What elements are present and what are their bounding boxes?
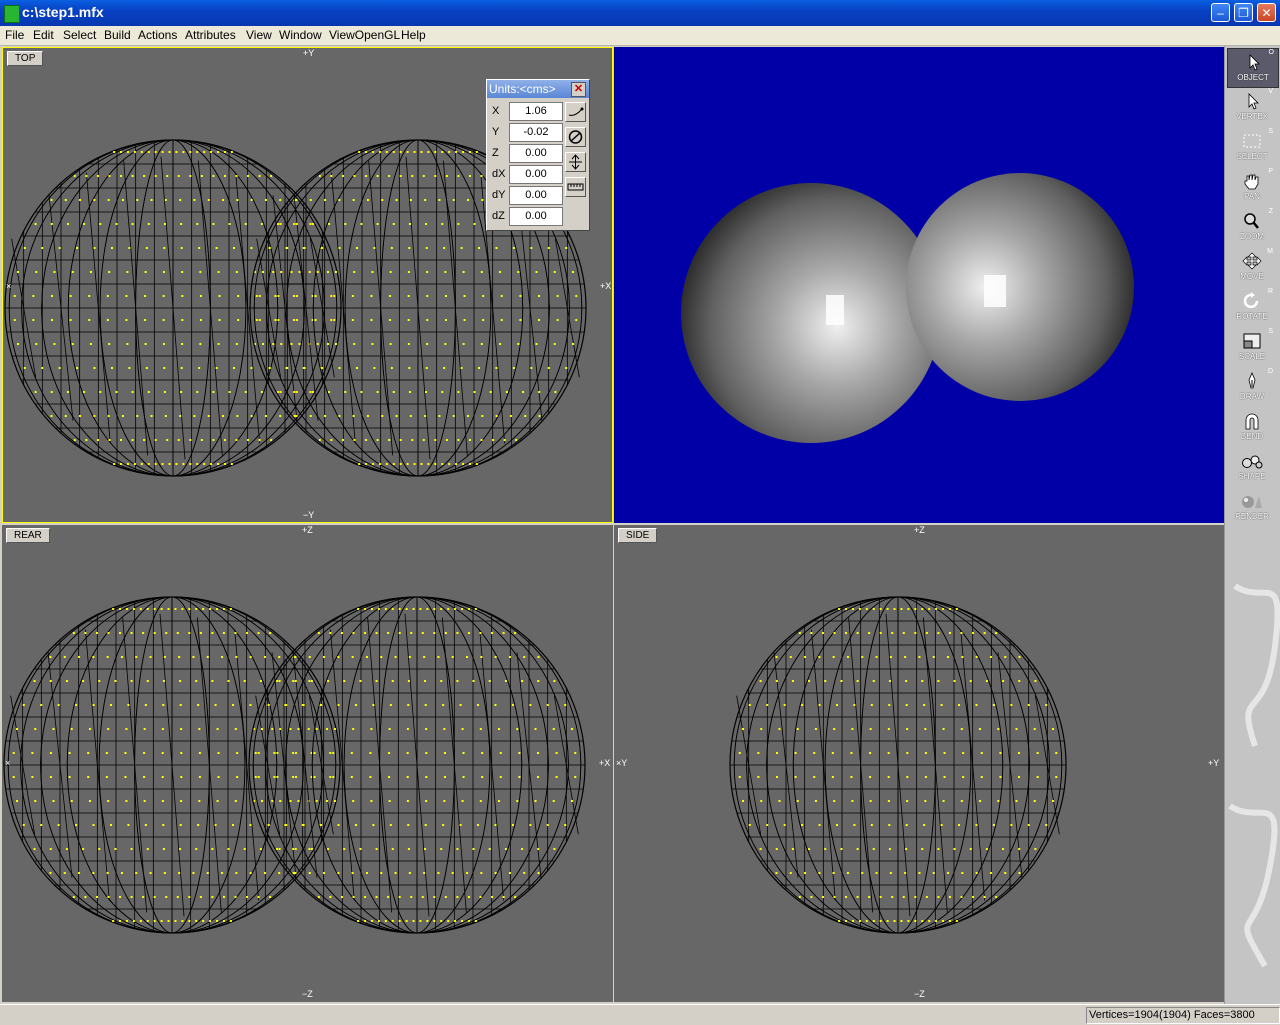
- axis-right-label: +X: [600, 281, 612, 291]
- axis-top-label: +Z: [914, 525, 925, 535]
- magnifier-icon: [1244, 213, 1259, 229]
- axis-left-label: ×Y: [616, 758, 628, 768]
- dy-field[interactable]: 0.00: [509, 186, 563, 205]
- shaded-spheres-render: [681, 173, 1134, 443]
- menu-help[interactable]: Help: [401, 28, 426, 42]
- menu-view[interactable]: View: [246, 28, 272, 42]
- menu-actions[interactable]: Actions: [138, 28, 177, 42]
- tool-move[interactable]: M MOVE: [1227, 248, 1277, 286]
- tool-draw[interactable]: D DRAW: [1227, 368, 1277, 406]
- window-title: c:\step1.mfx: [22, 4, 104, 20]
- menu-build[interactable]: Build: [104, 28, 131, 42]
- menu-bar: File Edit Select Build Actions Attribute…: [0, 26, 1280, 46]
- no-snap-button[interactable]: [565, 127, 586, 147]
- tool-pan[interactable]: P PAN: [1227, 168, 1277, 206]
- snap-curve-icon: [568, 107, 584, 116]
- scale-icon: [1243, 333, 1261, 349]
- x-field[interactable]: 1.06: [509, 102, 563, 121]
- specular-highlight-right: [984, 275, 1006, 307]
- dz-field[interactable]: 0.00: [509, 207, 563, 226]
- sphere-right: [906, 173, 1134, 401]
- sphere-left: [681, 183, 941, 443]
- render-spheres-icon: [1242, 496, 1262, 508]
- units-row-dy: dY 0.00: [490, 186, 565, 205]
- hand-icon: [1244, 174, 1259, 190]
- axis-top-label: +Z: [302, 525, 313, 535]
- tool-vertex[interactable]: V VERTEX: [1227, 88, 1277, 126]
- align-arrows-icon: [569, 154, 582, 170]
- snap-tool-button[interactable]: [565, 102, 586, 122]
- tool-bend[interactable]: BEND: [1227, 408, 1277, 446]
- tool-rotate[interactable]: R ROTATE: [1227, 288, 1277, 326]
- y-field[interactable]: -0.02: [509, 123, 563, 142]
- shape-spheres-icon: [1242, 455, 1263, 469]
- vertex-cursor-icon: [1248, 93, 1259, 110]
- axis-bottom-label: −Z: [302, 989, 313, 999]
- viewport-perspective[interactable]: [614, 47, 1224, 523]
- wireframe-mesh-rear: [3, 596, 586, 934]
- units-panel[interactable]: Units:<cms> ✕ X 1.06 Y -0.02 Z 0.00 dX 0.00 …: [486, 79, 590, 231]
- specular-highlight-left: [826, 295, 844, 325]
- tool-palette: O OBJECT V VERTEX S SELECT P PAN Z ZOOM …: [1224, 46, 1280, 1004]
- tool-shape[interactable]: SHAPE: [1227, 448, 1277, 486]
- minimize-button[interactable]: –: [1211, 3, 1230, 22]
- axis-bottom-label: −Z: [914, 989, 925, 999]
- viewport-side-label[interactable]: SIDE: [618, 528, 658, 543]
- prohibited-icon: [568, 130, 583, 144]
- ruler-tool-button[interactable]: [565, 177, 586, 197]
- tool-select[interactable]: S SELECT: [1227, 128, 1277, 166]
- axis-left-label: ×: [5, 758, 11, 768]
- magnet-icon: [1245, 413, 1259, 430]
- units-row-y: Y -0.02: [490, 123, 565, 142]
- axis-right-label: +X: [599, 758, 611, 768]
- wireframe-mesh-side: [729, 596, 1067, 934]
- axis-right-label: +Y: [1208, 758, 1220, 768]
- align-tool-button[interactable]: [565, 152, 586, 172]
- menu-edit[interactable]: Edit: [33, 28, 54, 42]
- maximize-button[interactable]: ❐: [1234, 3, 1253, 22]
- menu-file[interactable]: File: [5, 28, 24, 42]
- menu-attributes[interactable]: Attributes: [185, 28, 236, 42]
- viewport-rear-label[interactable]: REAR: [6, 528, 50, 543]
- move-arrows-icon: [1242, 252, 1262, 270]
- title-bar: c:\step1.mfx – ❐ ✕: [0, 0, 1280, 26]
- axis-left-label: ×: [6, 281, 12, 291]
- ruler-icon: [567, 183, 584, 191]
- units-row-x: X 1.06: [490, 102, 565, 121]
- units-row-z: Z 0.00: [490, 144, 565, 163]
- rotate-icon: [1243, 292, 1259, 309]
- menu-window[interactable]: Window: [279, 28, 322, 42]
- status-bar: Vertices=1904(1904) Faces=3800: [0, 1004, 1280, 1025]
- tool-scale[interactable]: S SCALE: [1227, 328, 1277, 366]
- dx-field[interactable]: 0.00: [509, 165, 563, 184]
- menu-viewopengl[interactable]: ViewOpenGL: [329, 28, 400, 42]
- app-icon: [4, 5, 20, 23]
- close-button[interactable]: ✕: [1257, 3, 1276, 22]
- viewport-side[interactable]: SIDE +Z −Z ×Y +Y: [614, 525, 1224, 1002]
- units-row-dx: dX 0.00: [490, 165, 565, 184]
- mesh-stats: Vertices=1904(1904) Faces=3800: [1086, 1007, 1280, 1024]
- axis-bottom-label: −Y: [303, 510, 315, 520]
- viewport-rear[interactable]: REAR +Z −Z × +X: [2, 525, 613, 1002]
- tool-object[interactable]: O OBJECT: [1227, 48, 1279, 88]
- pen-icon: [1248, 372, 1256, 389]
- select-box-icon: [1243, 134, 1261, 148]
- tool-zoom[interactable]: Z ZOOM: [1227, 208, 1277, 246]
- tool-render[interactable]: RENDER: [1227, 488, 1277, 526]
- axis-top-label: +Y: [303, 48, 315, 58]
- units-panel-close-icon[interactable]: ✕: [571, 82, 586, 97]
- z-field[interactable]: 0.00: [509, 144, 563, 163]
- menu-select[interactable]: Select: [63, 28, 96, 42]
- cursor-icon: [1249, 54, 1260, 71]
- units-row-dz: dZ 0.00: [490, 207, 565, 226]
- viewport-top-label[interactable]: TOP: [7, 51, 44, 66]
